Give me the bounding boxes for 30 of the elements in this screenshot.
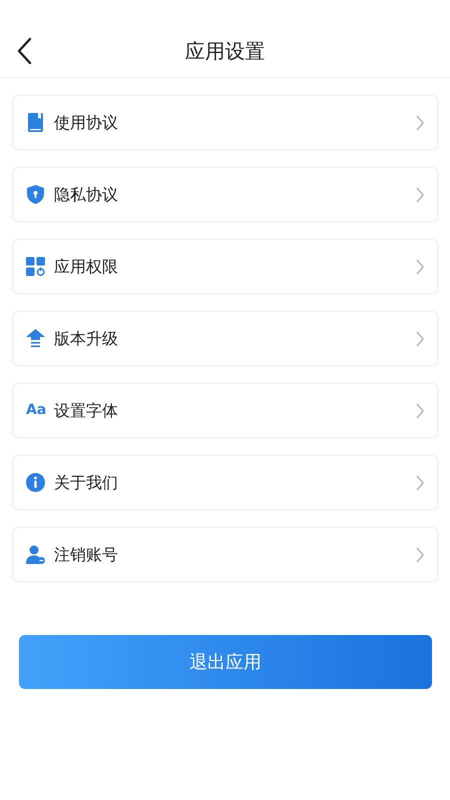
item-label: 关于我们 xyxy=(54,472,118,494)
item-label: 使用协议 xyxy=(54,112,118,134)
grid-icon xyxy=(26,257,45,276)
user-icon xyxy=(26,545,45,564)
item-label: 隐私协议 xyxy=(54,184,118,206)
settings-item[interactable]: 应用权限 xyxy=(12,239,438,294)
settings-item[interactable]: 版本升级 xyxy=(12,311,438,366)
settings-item[interactable]: Aa 设置字体 xyxy=(12,383,438,438)
item-label: 应用权限 xyxy=(54,256,118,278)
settings-item[interactable]: 关于我们 xyxy=(12,455,438,510)
upload-arrow-icon xyxy=(26,329,45,348)
page-title: 应用设置 xyxy=(185,38,265,64)
chevron-right-icon xyxy=(415,546,425,562)
info-icon xyxy=(26,473,45,492)
shield-icon xyxy=(26,185,45,204)
chevron-right-icon xyxy=(415,474,425,490)
font-size-icon: Aa xyxy=(26,401,45,420)
item-label: 注销账号 xyxy=(54,544,118,566)
item-label: 设置字体 xyxy=(54,400,118,422)
item-label: 版本升级 xyxy=(54,328,118,350)
chevron-right-icon xyxy=(415,330,425,346)
settings-item[interactable]: 注销账号 xyxy=(12,527,438,582)
chevron-right-icon xyxy=(415,114,425,130)
settings-item[interactable]: 使用协议 xyxy=(12,95,438,150)
settings-item[interactable]: 隐私协议 xyxy=(12,167,438,222)
exit-app-button[interactable]: 退出应用 xyxy=(19,635,432,689)
chevron-right-icon xyxy=(415,402,425,418)
chevron-right-icon xyxy=(415,258,425,274)
chevron-right-icon xyxy=(415,186,425,202)
book-icon xyxy=(26,113,45,132)
